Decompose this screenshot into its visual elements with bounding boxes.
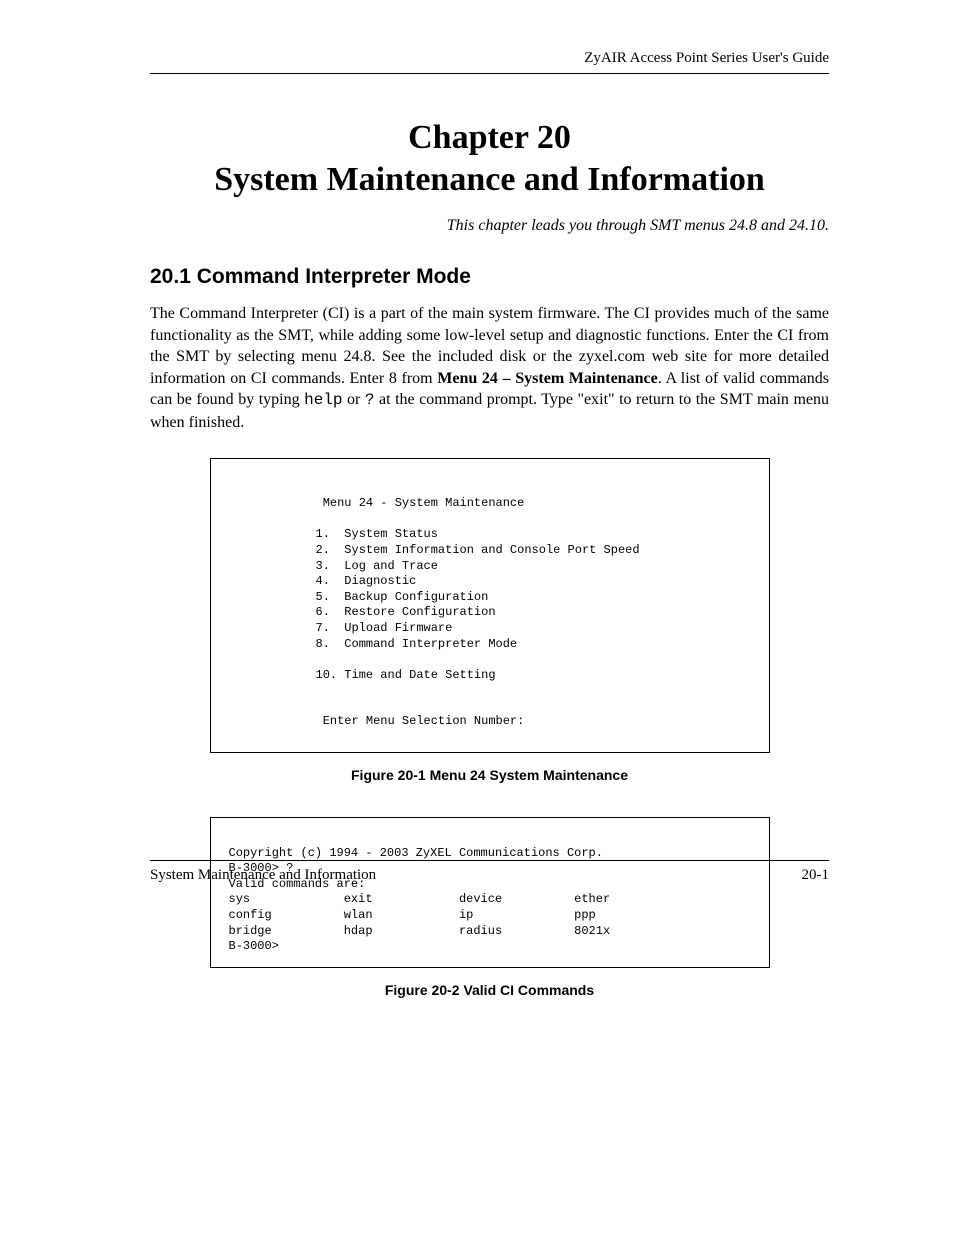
- fig2-line: B-3000>: [229, 939, 279, 953]
- fig1-prompt: Enter Menu Selection Number:: [316, 714, 525, 728]
- fig2-line: Copyright (c) 1994 - 2003 ZyXEL Communic…: [229, 846, 603, 860]
- chapter-number: Chapter 20: [150, 119, 829, 157]
- q-code: ?: [365, 391, 375, 409]
- page-footer: System Maintenance and Information 20-1: [150, 860, 829, 884]
- figure-1-caption: Figure 20-1 Menu 24 System Maintenance: [150, 767, 829, 783]
- body-paragraph: The Command Interpreter (CI) is a part o…: [150, 303, 829, 434]
- fig2-line: sys exit device ether: [229, 892, 611, 906]
- para-text-3: or: [343, 391, 365, 408]
- fig1-item: 3. Log and Trace: [316, 559, 438, 573]
- menu-bold: Menu 24 – System Maintenance: [437, 370, 657, 387]
- figure-2-caption: Figure 20-2 Valid CI Commands: [150, 982, 829, 998]
- fig1-item: 1. System Status: [316, 527, 438, 541]
- help-code: help: [304, 391, 342, 409]
- chapter-title: System Maintenance and Information: [150, 161, 829, 199]
- footer-rule: [150, 860, 829, 861]
- header-guide: ZyAIR Access Point Series User's Guide: [150, 50, 829, 67]
- fig2-line: bridge hdap radius 8021x: [229, 924, 611, 938]
- section-heading: 20.1 Command Interpreter Mode: [150, 265, 829, 289]
- footer-right: 20-1: [802, 867, 830, 884]
- fig1-item: 2. System Information and Console Port S…: [316, 543, 640, 557]
- fig1-item: 7. Upload Firmware: [316, 621, 453, 635]
- fig2-line: config wlan ip ppp: [229, 908, 596, 922]
- fig1-item: 6. Restore Configuration: [316, 605, 496, 619]
- header-rule: [150, 73, 829, 74]
- figure-1-box: Menu 24 - System Maintenance 1. System S…: [210, 458, 770, 754]
- figure-2-box: Copyright (c) 1994 - 2003 ZyXEL Communic…: [210, 817, 770, 968]
- chapter-intro: This chapter leads you through SMT menus…: [150, 217, 829, 235]
- fig1-item: 8. Command Interpreter Mode: [316, 637, 518, 651]
- fig1-item: 4. Diagnostic: [316, 574, 417, 588]
- fig1-item: 10. Time and Date Setting: [316, 668, 496, 682]
- fig1-title: Menu 24 - System Maintenance: [316, 496, 525, 510]
- fig1-item: 5. Backup Configuration: [316, 590, 489, 604]
- footer-left: System Maintenance and Information: [150, 867, 376, 884]
